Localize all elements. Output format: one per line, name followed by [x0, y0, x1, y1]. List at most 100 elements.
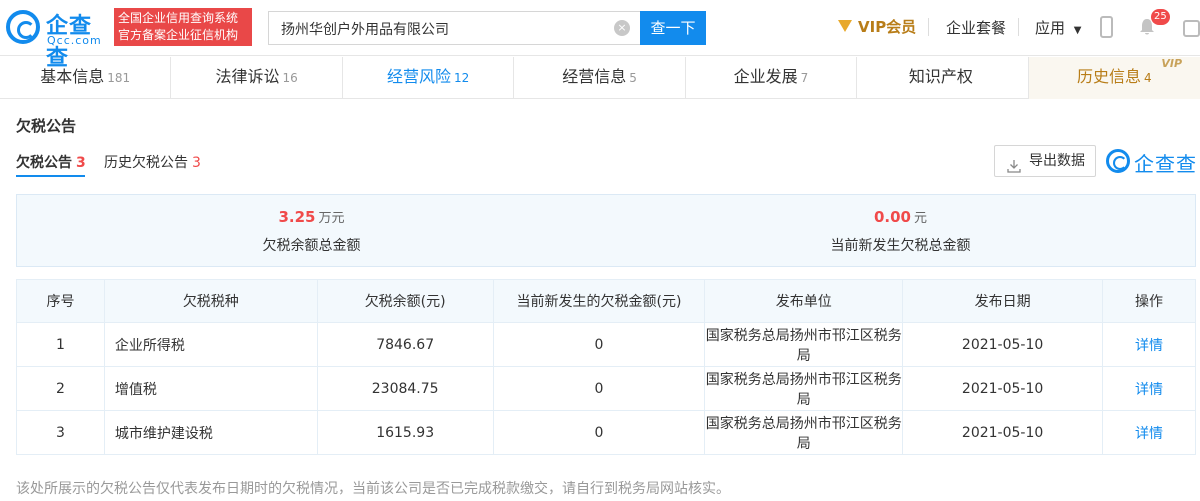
table-row: 1 企业所得税 7846.67 0 国家税务总局扬州市邗江区税务局 2021-0…: [16, 322, 1196, 367]
cell-action: 详情: [1102, 322, 1196, 367]
tab-count: 16: [282, 71, 298, 85]
cell-balance: 23084.75: [316, 366, 494, 411]
export-label: 导出数据: [1029, 153, 1085, 169]
logo-mark-icon: [6, 10, 40, 44]
cell-index: 2: [16, 366, 105, 411]
cell-balance: 7846.67: [316, 322, 494, 367]
cell-issuer: 国家税务总局扬州市邗江区税务局: [704, 410, 904, 455]
enterprise-suite-link[interactable]: 企业套餐: [946, 17, 1006, 38]
cell-new-amount: 0: [492, 322, 706, 367]
summary-label: 当前新发生欠税总金额: [830, 238, 971, 254]
cell-index: 1: [16, 322, 105, 367]
certification-badge: 全国企业信用查询系统 官方备案企业征信机构: [114, 8, 252, 46]
tab-count: 7: [800, 71, 809, 85]
tab-basic-info[interactable]: 基本信息 181: [0, 57, 172, 99]
qcc-watermark-logo: 企查查: [1106, 148, 1198, 176]
logo-subtext: Qcc.com: [47, 34, 102, 47]
subtab-tax-arrears[interactable]: 欠税公告 3: [16, 152, 86, 172]
cell-tax-type: 城市维护建设税: [103, 410, 318, 455]
tab-count: 12: [453, 71, 470, 85]
vip-member-link[interactable]: VIP会员: [838, 16, 916, 37]
details-link[interactable]: 详情: [1135, 382, 1163, 398]
cell-action: 详情: [1102, 410, 1196, 455]
tab-count: 5: [629, 71, 637, 85]
brand-text: 企查查: [1134, 152, 1197, 176]
vip-tag: VIP: [1161, 57, 1183, 70]
col-header-new-amount: 当前新发生的欠税金额(元): [492, 279, 706, 323]
subtab-label: 历史欠税公告: [104, 155, 188, 171]
tab-count: 4: [1144, 71, 1152, 85]
badge-line-1: 全国企业信用查询系统: [118, 11, 239, 25]
tab-label: 企业发展: [733, 67, 798, 86]
col-header-date: 发布日期: [902, 279, 1104, 323]
col-header-index: 序号: [16, 279, 105, 323]
download-icon: [1007, 154, 1021, 173]
qr-code-icon[interactable]: [1183, 20, 1200, 37]
table-row: 2 增值税 23084.75 0 国家税务总局扬州市邗江区税务局 2021-05…: [16, 366, 1196, 411]
qcc-logo[interactable]: 企查查 Qcc.com: [6, 8, 108, 71]
tab-legal[interactable]: 法律诉讼 16: [171, 57, 343, 99]
search-button[interactable]: 查一下: [640, 11, 706, 45]
tab-label: 法律诉讼: [215, 67, 280, 86]
disclaimer-note: 该处所展示的欠税公告仅代表发布日期时的欠税情况，当前该公司是否已完成税款缴交，请…: [16, 481, 730, 497]
apps-label: 应用: [1035, 19, 1066, 37]
tab-label: 经营信息: [562, 67, 627, 86]
top-header: 企查查 Qcc.com 全国企业信用查询系统 官方备案企业征信机构 扬州华创户外…: [0, 0, 1200, 71]
subtab-count: 3: [76, 155, 86, 171]
summary-new-arrears-total: 0.00 元 当前新发生欠税总金额: [606, 195, 1195, 266]
vip-diamond-icon: [838, 18, 852, 32]
header-divider: [1018, 18, 1019, 36]
subtab-count: 3: [192, 155, 201, 171]
vip-label: VIP会员: [858, 18, 917, 36]
cell-new-amount: 0: [492, 366, 706, 411]
tab-count: 181: [107, 71, 131, 85]
cell-issuer: 国家税务总局扬州市邗江区税务局: [704, 366, 904, 411]
cell-issuer: 国家税务总局扬州市邗江区税务局: [704, 322, 904, 367]
tab-ip[interactable]: 知识产权: [857, 57, 1029, 99]
subtab-history-tax-arrears[interactable]: 历史欠税公告 3: [104, 152, 201, 172]
cell-balance: 1615.93: [316, 410, 494, 455]
col-header-action: 操作: [1102, 279, 1196, 323]
main-tabs: 基本信息 181 法律诉讼 16 经营风险 12 经营信息 5 企业发展 7 知识产权 历…: [0, 57, 1200, 99]
tab-label: 历史信息: [1077, 67, 1142, 86]
search-input[interactable]: 扬州华创户外用品有限公司: [268, 11, 640, 45]
cell-tax-type: 增值税: [103, 366, 318, 411]
col-header-tax-type: 欠税税种: [103, 279, 318, 323]
tab-history[interactable]: 历史信息 4 VIP: [1028, 57, 1200, 99]
tax-summary-panel: 3.25 万元 欠税余额总金额 0.00 元 当前新发生欠税总金额: [16, 194, 1196, 267]
summary-label: 欠税余额总金额: [262, 238, 361, 254]
apps-menu[interactable]: 应用 ▼: [1035, 17, 1082, 38]
summary-value: 3.25: [278, 208, 316, 226]
tab-development[interactable]: 企业发展 7: [686, 57, 858, 99]
summary-unit: 万元: [318, 211, 345, 226]
mobile-icon[interactable]: [1100, 16, 1113, 38]
table-row: 3 城市维护建设税 1615.93 0 国家税务总局扬州市邗江区税务局 2021…: [16, 410, 1196, 455]
tab-operating-risk[interactable]: 经营风险 12: [343, 57, 515, 99]
details-link[interactable]: 详情: [1135, 426, 1163, 442]
tab-label: 经营风险: [386, 67, 451, 86]
cell-tax-type: 企业所得税: [103, 322, 318, 367]
summary-arrears-total: 3.25 万元 欠税余额总金额: [17, 195, 606, 266]
brand-mark-icon: [1106, 149, 1130, 173]
subtab-label: 欠税公告: [16, 155, 72, 171]
section-title: 欠税公告: [16, 117, 77, 135]
summary-value: 0.00: [873, 208, 911, 226]
clear-search-icon[interactable]: ×: [614, 20, 630, 36]
summary-unit: 元: [914, 211, 928, 226]
tab-operating-info[interactable]: 经营信息 5: [514, 57, 686, 99]
active-subtab-indicator: [16, 175, 85, 177]
col-header-balance: 欠税余额(元): [316, 279, 494, 323]
notification-count-badge: 25: [1151, 9, 1170, 25]
tab-label: 基本信息: [40, 67, 105, 86]
cell-action: 详情: [1102, 366, 1196, 411]
table-header-row: 序号 欠税税种 欠税余额(元) 当前新发生的欠税金额(元) 发布单位 发布日期 …: [16, 279, 1196, 323]
caret-down-icon: ▼: [1073, 25, 1082, 36]
export-data-button[interactable]: 导出数据: [994, 145, 1096, 177]
tab-label: 知识产权: [908, 67, 973, 86]
cell-date: 2021-05-10: [902, 366, 1104, 411]
details-link[interactable]: 详情: [1135, 338, 1163, 354]
cell-date: 2021-05-10: [902, 322, 1104, 367]
cell-date: 2021-05-10: [902, 410, 1104, 455]
cell-index: 3: [16, 410, 105, 455]
badge-line-2: 官方备案企业征信机构: [118, 28, 239, 42]
